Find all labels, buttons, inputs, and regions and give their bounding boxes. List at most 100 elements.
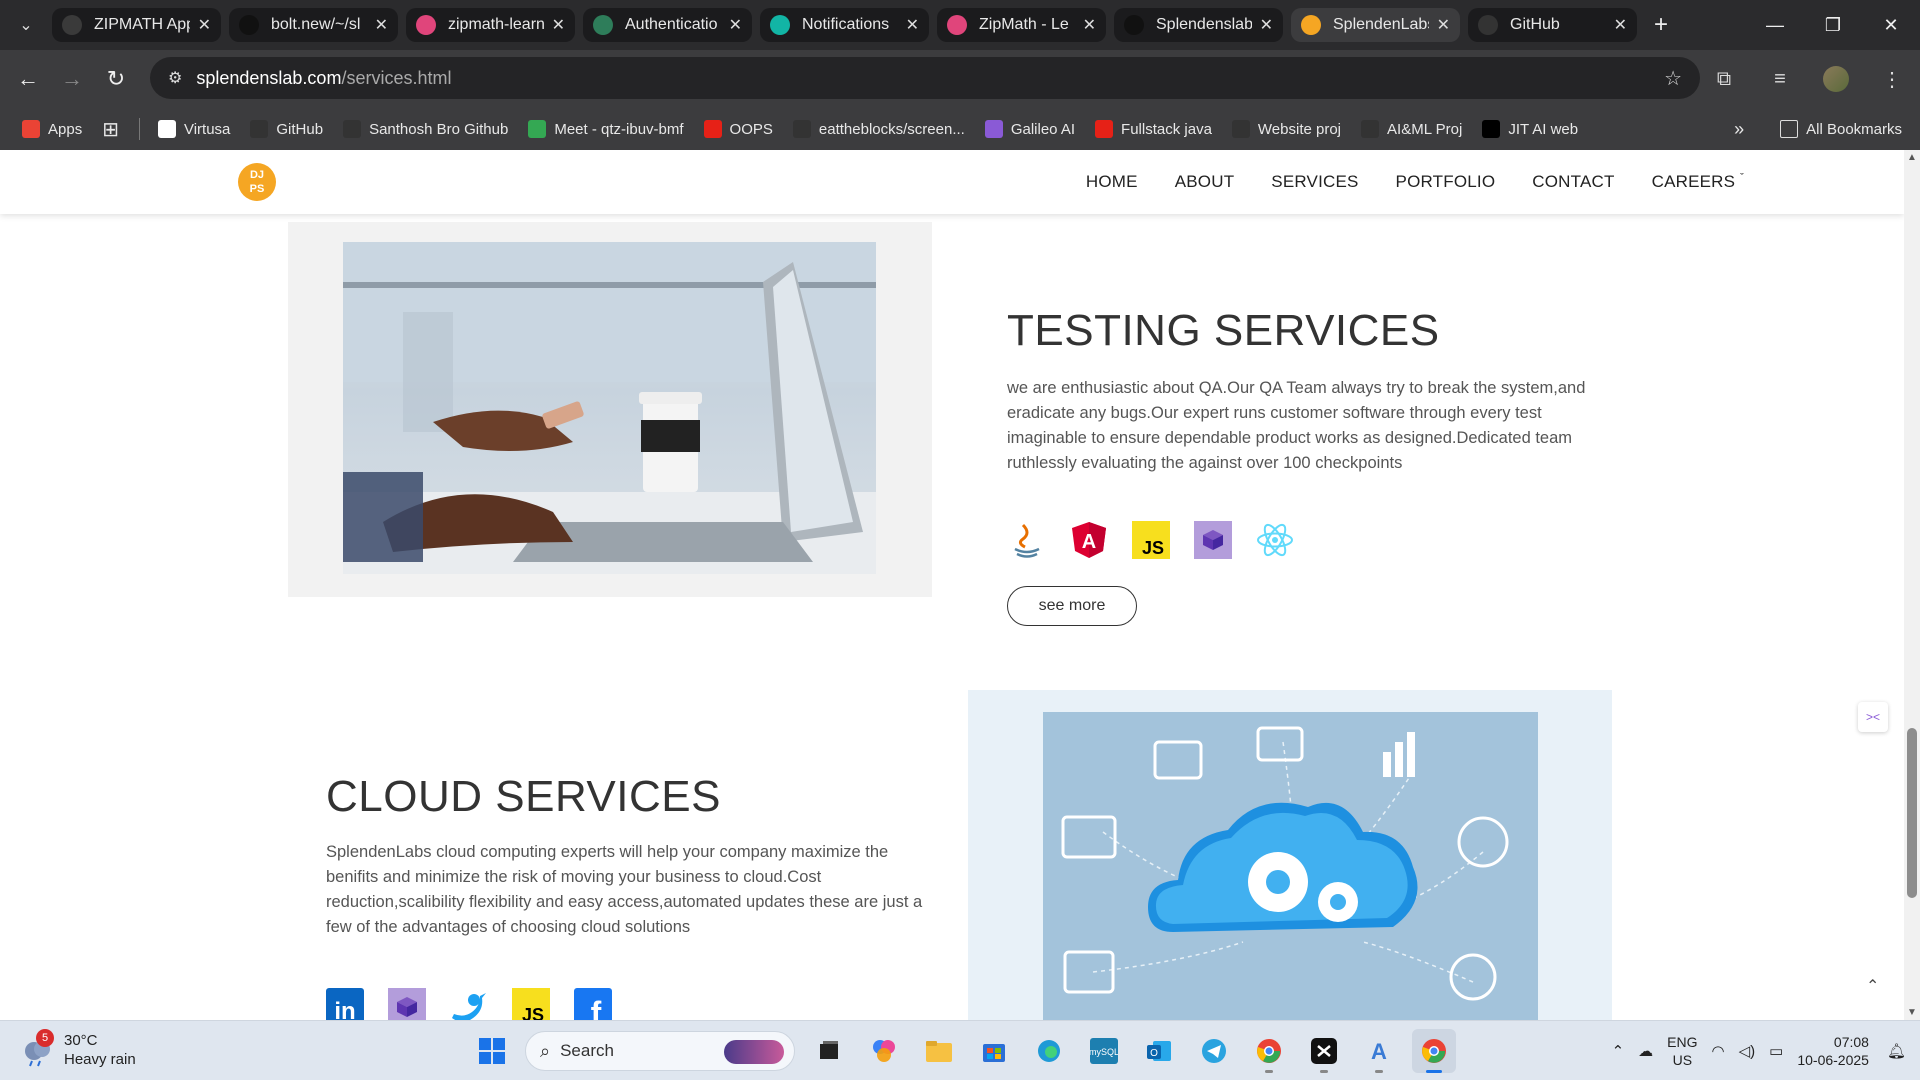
bookmarks-bar: Apps ⊞ Virtusa GitHub Santhosh Bro Github Mee… (0, 108, 1920, 150)
bookmark-item[interactable]: Galileo AI (984, 120, 1075, 138)
laptop-photo (343, 242, 876, 574)
search-highlight-image (724, 1040, 784, 1064)
bookmark-item[interactable]: Virtusa (157, 120, 230, 138)
bookmark-item[interactable]: Santhosh Bro Github (343, 120, 508, 138)
show-hidden-icons[interactable]: ⌃ (1612, 1042, 1625, 1060)
browser-tab[interactable]: ZipMath - Le ✕ (937, 8, 1106, 42)
copilot-icon[interactable] (862, 1029, 906, 1073)
close-tab-icon[interactable]: ✕ (1260, 15, 1273, 35)
svg-text:A: A (1082, 531, 1096, 553)
tab-title: GitHub (1510, 16, 1560, 33)
scrollbar-thumb[interactable] (1907, 728, 1917, 898)
address-bar[interactable]: ⚙ splendenslab.com/services.html ☆ (150, 57, 1700, 99)
minimize-icon[interactable]: — (1746, 0, 1804, 50)
close-tab-icon[interactable]: ✕ (729, 15, 742, 35)
scroll-to-top-icon[interactable]: ⌃ (1866, 976, 1879, 996)
bookmark-item[interactable]: OOPS (703, 120, 773, 138)
mysql-icon[interactable]: mySQL (1082, 1029, 1126, 1073)
all-bookmarks[interactable]: All Bookmarks (1780, 120, 1902, 138)
restore-icon[interactable]: ❐ (1804, 0, 1862, 50)
task-view-icon[interactable] (807, 1029, 851, 1073)
nav-home[interactable]: HOME (1086, 172, 1138, 192)
notifications-icon[interactable]: 🔔︎ (1887, 1042, 1906, 1060)
extensions-icon[interactable]: ⧉ (1696, 68, 1752, 91)
close-tab-icon[interactable]: ✕ (198, 15, 211, 35)
browser-tab[interactable]: Authenticatio ✕ (583, 8, 752, 42)
bookmark-item[interactable]: Meet - qtz-ibuv-bmf (528, 120, 684, 138)
telegram-icon[interactable] (1192, 1029, 1236, 1073)
bookmark-item[interactable]: Website proj (1231, 120, 1341, 138)
nav-portfolio[interactable]: PORTFOLIO (1396, 172, 1496, 192)
browser-tab[interactable]: ZIPMATH App ✕ (52, 8, 221, 42)
volume-icon[interactable]: ◁) (1739, 1042, 1756, 1060)
browser-tab[interactable]: Splendenslab ✕ (1114, 8, 1283, 42)
tab-groups-icon[interactable]: ⊞ (102, 117, 119, 142)
clock[interactable]: 07:08 10-06-2025 (1797, 1033, 1869, 1069)
language-indicator[interactable]: ENG US (1667, 1033, 1697, 1069)
outlook-icon[interactable]: O (1137, 1029, 1181, 1073)
scroll-down-icon[interactable]: ▼ (1907, 1007, 1917, 1018)
chrome-icon[interactable] (1247, 1029, 1291, 1073)
wifi-icon[interactable]: ◠ (1712, 1042, 1725, 1060)
capcut-icon[interactable] (1302, 1029, 1346, 1073)
app-a-icon[interactable]: A (1357, 1029, 1401, 1073)
nav-contact[interactable]: CONTACT (1532, 172, 1614, 192)
taskbar-search[interactable]: ⌕ Search (525, 1031, 795, 1071)
close-tab-icon[interactable]: ✕ (1614, 15, 1627, 35)
browser-tab[interactable]: bolt.new/~/sl ✕ (229, 8, 398, 42)
media-control-icon[interactable]: ≡ (1752, 68, 1808, 91)
page-scrollbar[interactable]: ▲ ▼ (1904, 150, 1920, 1020)
bookmark-star-icon[interactable]: ☆ (1664, 66, 1682, 91)
bookmark-favicon-icon (792, 120, 811, 138)
bookmark-favicon-icon (528, 120, 547, 138)
close-tab-icon[interactable]: ✕ (1083, 15, 1096, 35)
browser-tab[interactable]: zipmath-learn ✕ (406, 8, 575, 42)
bookmark-item[interactable]: eattheblocks/screen... (792, 120, 965, 138)
bookmark-item[interactable]: Fullstack java (1095, 120, 1212, 138)
profile-avatar[interactable] (1808, 66, 1864, 92)
url-text[interactable]: splendenslab.com/services.html (196, 68, 451, 89)
nav-services[interactable]: SERVICES (1271, 172, 1358, 192)
page-viewport: DJ PS HOME ABOUT SERVICES PORTFOLIO CONTA… (0, 150, 1904, 1020)
start-icon[interactable] (470, 1029, 514, 1073)
more-bookmarks-icon[interactable]: » (1734, 119, 1744, 140)
close-tab-icon[interactable]: ✕ (375, 15, 388, 35)
browser-tab[interactable]: Notifications ✕ (760, 8, 929, 42)
scroll-up-icon[interactable]: ▲ (1907, 152, 1917, 163)
close-window-icon[interactable]: ✕ (1862, 0, 1920, 50)
running-indicator (1320, 1070, 1328, 1073)
nav-careers[interactable]: CAREERS ˇ (1652, 172, 1744, 192)
store-icon[interactable] (972, 1029, 1016, 1073)
tab-title: Authenticatio (625, 16, 718, 33)
site-info-icon[interactable]: ⚙ (168, 68, 182, 88)
site-logo[interactable]: DJ PS (238, 163, 276, 201)
weather-widget[interactable]: 5 30°C Heavy rain (20, 1029, 136, 1069)
tab-search-chevron-icon[interactable]: ⌄ (0, 0, 52, 50)
bookmark-item[interactable]: GitHub (250, 120, 323, 138)
chrome-profile-icon[interactable] (1412, 1029, 1456, 1073)
browser-tab[interactable]: GitHub ✕ (1468, 8, 1637, 42)
battery-icon[interactable]: ▭ (1769, 1042, 1783, 1060)
menu-icon[interactable]: ⋮ (1864, 67, 1920, 92)
back-icon[interactable]: ← (6, 66, 50, 92)
cloud-services-description: SplendenLabs cloud computing experts wil… (326, 843, 923, 936)
close-tab-icon[interactable]: ✕ (1437, 15, 1450, 35)
browser-tab[interactable]: SplendenLabs ✕ (1291, 8, 1460, 42)
bookmark-item[interactable]: JIT AI web (1482, 120, 1578, 138)
nav-about[interactable]: ABOUT (1175, 172, 1235, 192)
testing-services-description: we are enthusiastic about QA.Our QA Team… (1007, 379, 1586, 472)
twitter-icon (450, 988, 488, 1020)
code-widget-icon[interactable]: >< (1858, 702, 1888, 732)
bookmark-item[interactable]: AI&ML Proj (1361, 120, 1462, 138)
close-tab-icon[interactable]: ✕ (552, 15, 565, 35)
close-tab-icon[interactable]: ✕ (906, 15, 919, 35)
new-tab-button[interactable]: + (1645, 9, 1677, 41)
edge-icon[interactable] (1027, 1029, 1071, 1073)
reload-icon[interactable]: ↻ (94, 66, 138, 92)
cube-icon (388, 988, 426, 1020)
onedrive-icon[interactable]: ☁ (1638, 1042, 1653, 1060)
see-more-button[interactable]: see more (1007, 586, 1137, 626)
forward-icon[interactable]: → (50, 66, 94, 92)
bookmark-item[interactable]: Apps (22, 120, 82, 138)
file-explorer-icon[interactable] (917, 1029, 961, 1073)
